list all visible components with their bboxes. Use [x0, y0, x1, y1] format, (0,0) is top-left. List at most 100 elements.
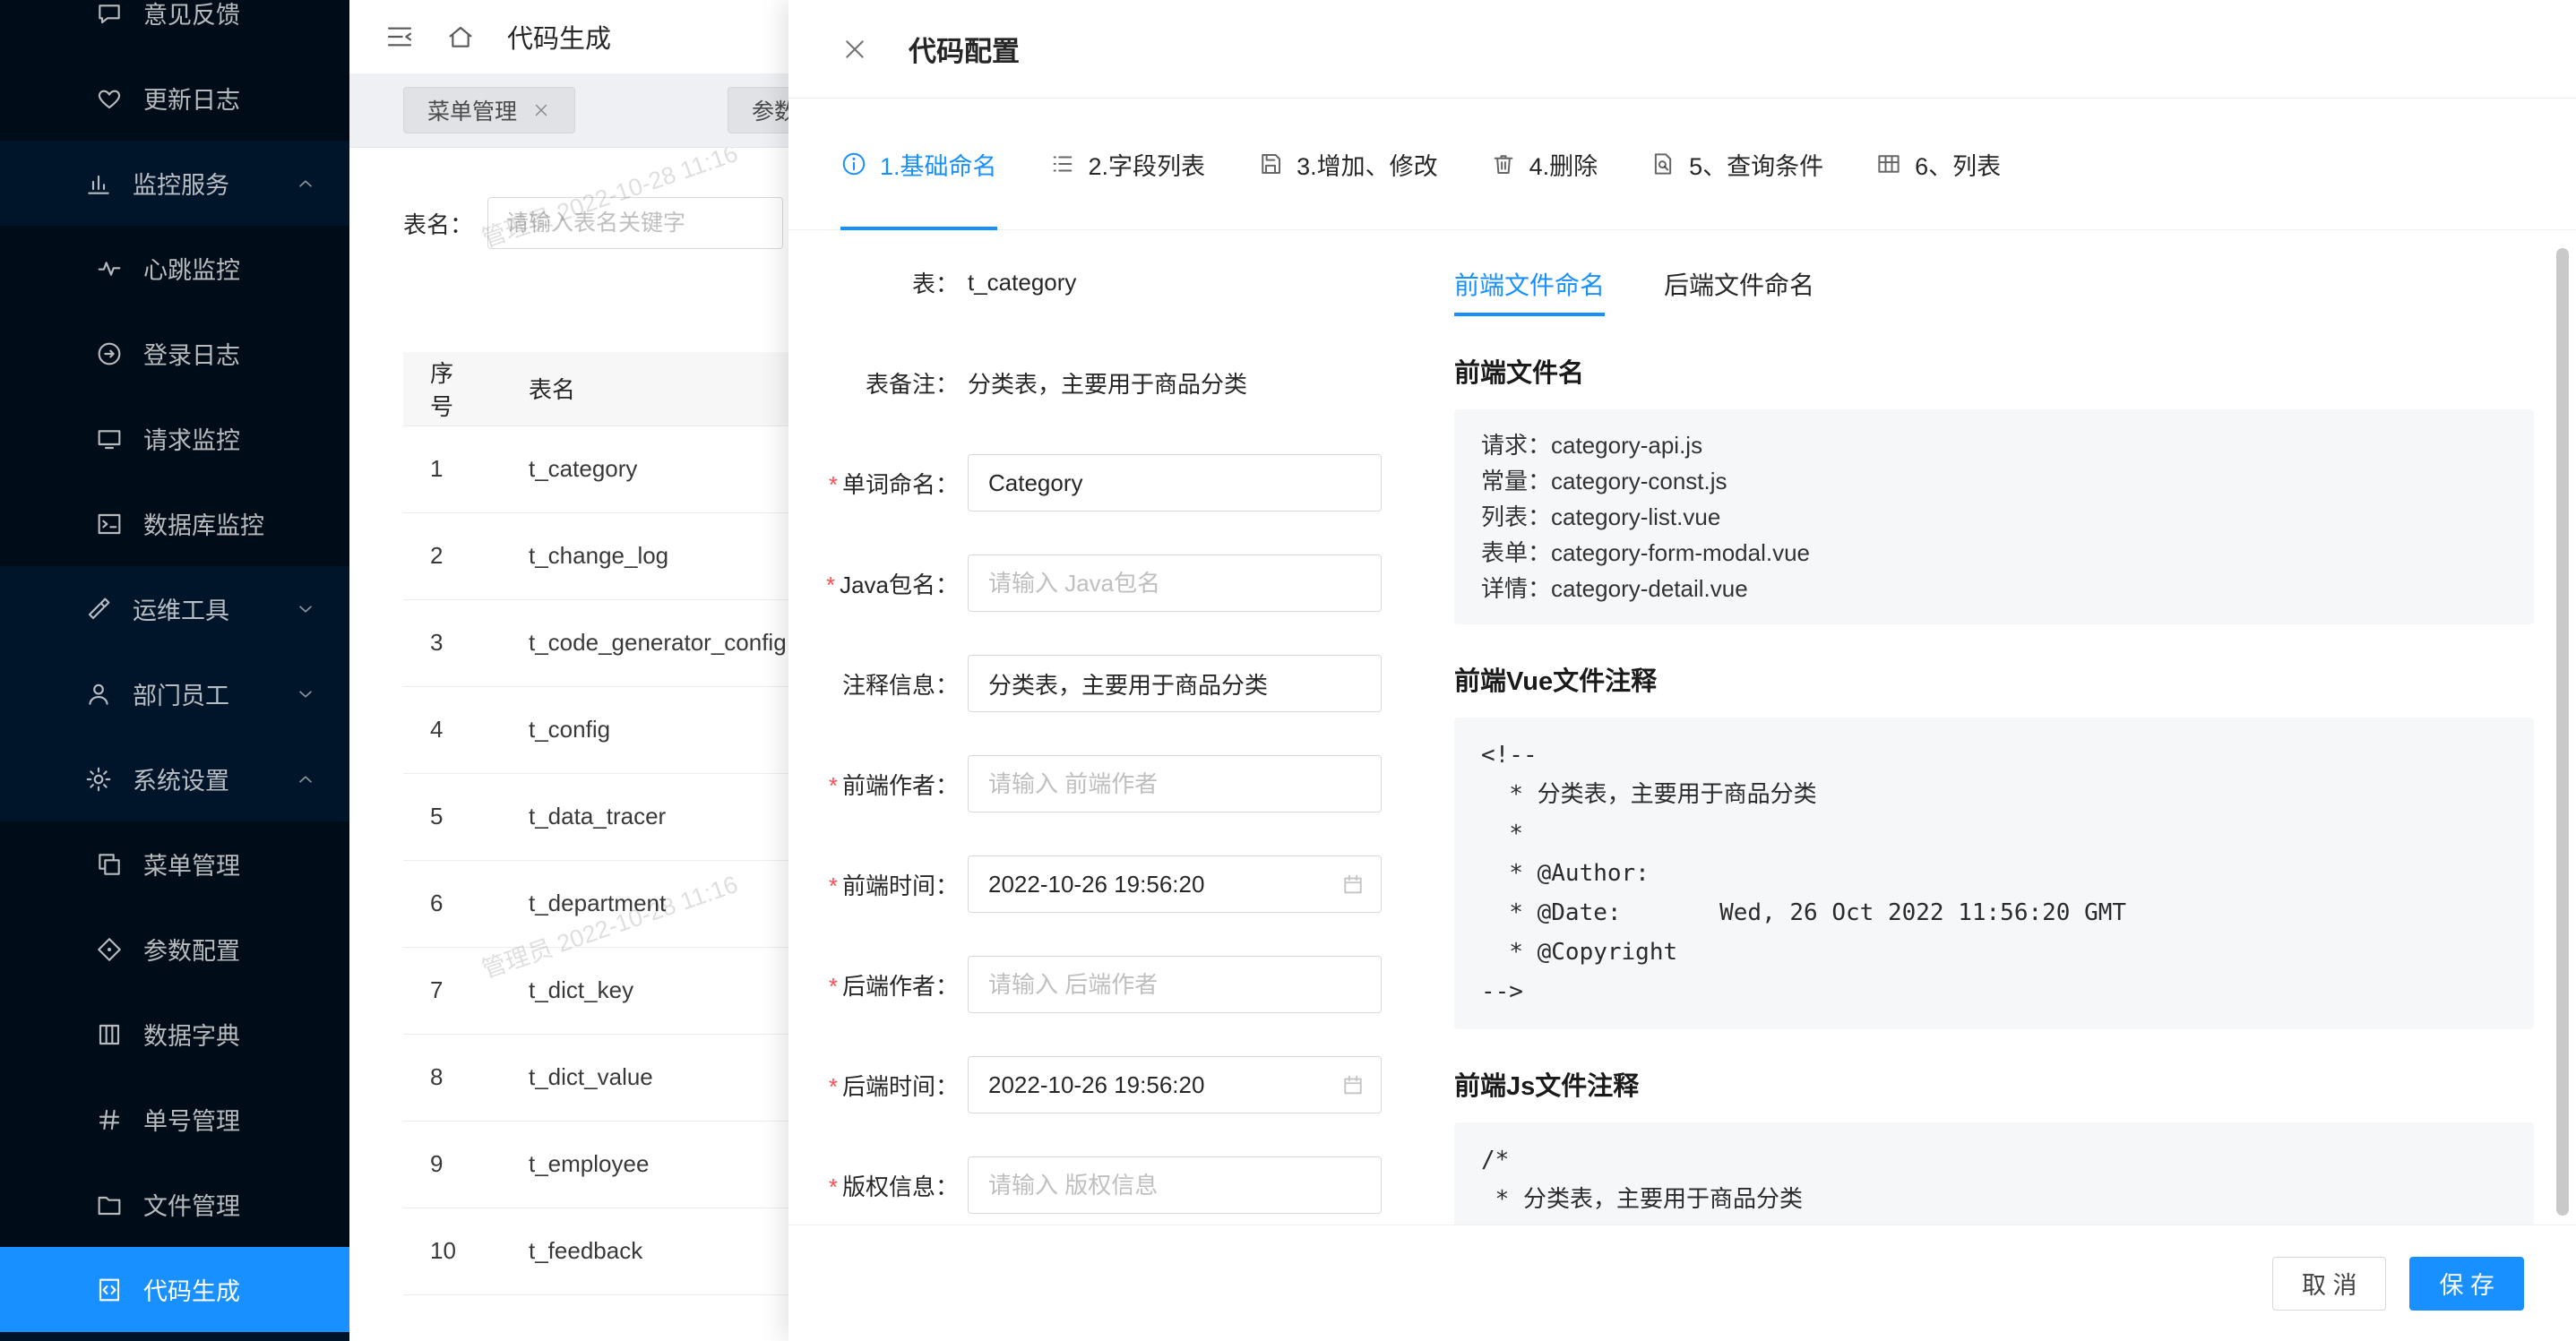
step-label: 2.字段列表 [1089, 147, 1206, 182]
list-icon [1049, 150, 1076, 177]
file-name-line: 常量：category-const.js [1481, 463, 2507, 499]
sidebar-item-database-monitor[interactable]: 数据库监控 [0, 481, 349, 566]
sidebar-item-label: 更新日志 [143, 81, 317, 116]
sidebar-item-param-config[interactable]: 参数配置 [0, 907, 349, 992]
grid-table-icon [1875, 150, 1902, 177]
chevron-up-icon [294, 172, 317, 195]
code-line: <!-- [1481, 735, 2507, 775]
required-asterisk: * [826, 572, 835, 598]
file-name-line: 列表：category-list.vue [1481, 499, 2507, 535]
frontend-file-names-box: 请求：category-api.js 常量：category-const.js … [1454, 409, 2534, 624]
database-console-icon [95, 510, 124, 538]
page-tab-menu-manage[interactable]: 菜单管理 [403, 87, 575, 133]
person-icon [84, 680, 113, 709]
required-asterisk: * [829, 1073, 838, 1100]
sidebar-item-label: 单号管理 [143, 1102, 317, 1137]
trash-icon [1490, 150, 1517, 177]
sidebar-item-data-dict[interactable]: 数据字典 [0, 992, 349, 1077]
field-label: 注释信息： [788, 667, 959, 701]
step-add-modify[interactable]: 3.增加、修改 [1257, 99, 1438, 229]
file-search-icon [1650, 150, 1676, 177]
js-comment-box: /* * 分类表，主要用于商品分类 * * @Author: [1454, 1122, 2534, 1225]
calendar-icon[interactable] [1340, 1072, 1366, 1097]
scrollbar-thumb[interactable] [2556, 248, 2569, 1216]
table-name-filter-input[interactable] [487, 197, 783, 249]
field-label: 表： [788, 266, 959, 299]
chevron-down-icon [294, 683, 317, 706]
calendar-icon[interactable] [1340, 872, 1366, 897]
sidebar-group-department-staff[interactable]: 部门员工 [0, 651, 349, 736]
field-label: *单词命名： [788, 467, 959, 500]
basic-naming-form: 表： t_category 表备注： 分类表，主要用于商品分类 *单词命名： *… [788, 254, 1416, 1225]
sidebar-item-changelog[interactable]: 更新日志 [0, 56, 349, 141]
backend-author-input[interactable] [968, 956, 1382, 1013]
step-list[interactable]: 6、列表 [1875, 99, 2001, 229]
menu-fold-icon[interactable] [385, 22, 414, 51]
form-row-copyright: *版权信息： [788, 1156, 1416, 1214]
vue-comment-box: <!-- * 分类表，主要用于商品分类 * * @Author: * @Date… [1454, 718, 2534, 1029]
sidebar-item-code-gen[interactable]: 代码生成 [0, 1247, 349, 1332]
java-package-input[interactable] [968, 554, 1382, 612]
sidebar-item-label: 系统设置 [133, 761, 294, 796]
field-label: *后端作者： [788, 968, 959, 1001]
close-icon[interactable] [840, 35, 869, 64]
sidebar-group-monitor-service[interactable]: 监控服务 [0, 141, 349, 226]
drawer-footer: 取 消 保 存 [788, 1225, 2576, 1341]
form-row-java-package: *Java包名： [788, 554, 1416, 612]
step-field-list[interactable]: 2.字段列表 [1049, 99, 1206, 229]
sidebar-item-label: 请求监控 [143, 421, 317, 456]
tab-backend-file-naming[interactable]: 后端文件命名 [1664, 266, 1814, 316]
sidebar-item-label: 心跳监控 [143, 251, 317, 286]
sidebar-group-ops-tools[interactable]: 运维工具 [0, 566, 349, 651]
sidebar-group-system-settings[interactable]: 系统设置 [0, 736, 349, 821]
file-name-line: 表单：category-form-modal.vue [1481, 535, 2507, 571]
sidebar-item-label: 菜单管理 [143, 847, 317, 881]
drawer-title: 代码配置 [909, 29, 1020, 69]
required-asterisk: * [829, 772, 838, 799]
table-name-filter-label: 表名： [403, 207, 473, 240]
frontend-time-input[interactable] [968, 855, 1382, 913]
sidebar-item-file-manage[interactable]: 文件管理 [0, 1162, 349, 1247]
sidebar-item-feedback[interactable]: 意见反馈 [0, 0, 349, 56]
required-asterisk: * [829, 973, 838, 1000]
sidebar-item-menu-manage[interactable]: 菜单管理 [0, 821, 349, 907]
table-comment-value: 分类表，主要用于商品分类 [968, 366, 1247, 400]
diamond-icon [95, 935, 124, 964]
sidebar-item-serial-manage[interactable]: 单号管理 [0, 1077, 349, 1162]
code-line: * @Copyright [1481, 933, 2507, 972]
sidebar-item-request-monitor[interactable]: 请求监控 [0, 396, 349, 481]
code-line: /* [1481, 1140, 2507, 1180]
save-button[interactable]: 保 存 [2409, 1257, 2524, 1311]
monitor-screen-icon [95, 425, 124, 453]
gear-icon [84, 765, 113, 794]
chevron-down-icon [294, 597, 317, 621]
home-icon[interactable] [446, 22, 475, 51]
hash-icon [95, 1105, 124, 1134]
step-label: 4.删除 [1529, 147, 1598, 182]
required-asterisk: * [829, 873, 838, 899]
step-label: 3.增加、修改 [1297, 147, 1438, 182]
word-name-input[interactable] [968, 454, 1382, 511]
sidebar-item-label: 数据字典 [143, 1017, 317, 1052]
backend-time-input[interactable] [968, 1056, 1382, 1113]
sidebar-item-label: 代码生成 [143, 1272, 317, 1307]
cancel-button[interactable]: 取 消 [2272, 1257, 2387, 1311]
sidebar-item-label: 监控服务 [133, 166, 294, 201]
copyright-input[interactable] [968, 1156, 1382, 1214]
code-line: * [1481, 814, 2507, 854]
sidebar-menu: 意见反馈 更新日志 监控服务 心跳监控 登录日志 请求监控 [0, 0, 349, 1332]
sidebar-item-label: 数据库监控 [143, 506, 317, 541]
field-label: *后端时间： [788, 1069, 959, 1102]
comment-info-input[interactable] [968, 655, 1382, 712]
step-query-condition[interactable]: 5、查询条件 [1650, 99, 1823, 229]
tab-frontend-file-naming[interactable]: 前端文件命名 [1454, 266, 1605, 316]
sidebar-item-heartbeat-monitor[interactable]: 心跳监控 [0, 226, 349, 311]
step-delete[interactable]: 4.删除 [1490, 99, 1598, 229]
sidebar-item-label: 文件管理 [143, 1187, 317, 1222]
form-row-backend-author: *后端作者： [788, 956, 1416, 1013]
step-basic-naming[interactable]: 1.基础命名 [840, 99, 997, 229]
frontend-author-input[interactable] [968, 755, 1382, 812]
column-header-index: 序号 [403, 352, 502, 426]
sidebar-item-login-log[interactable]: 登录日志 [0, 311, 349, 396]
close-tab-icon[interactable] [531, 100, 551, 120]
